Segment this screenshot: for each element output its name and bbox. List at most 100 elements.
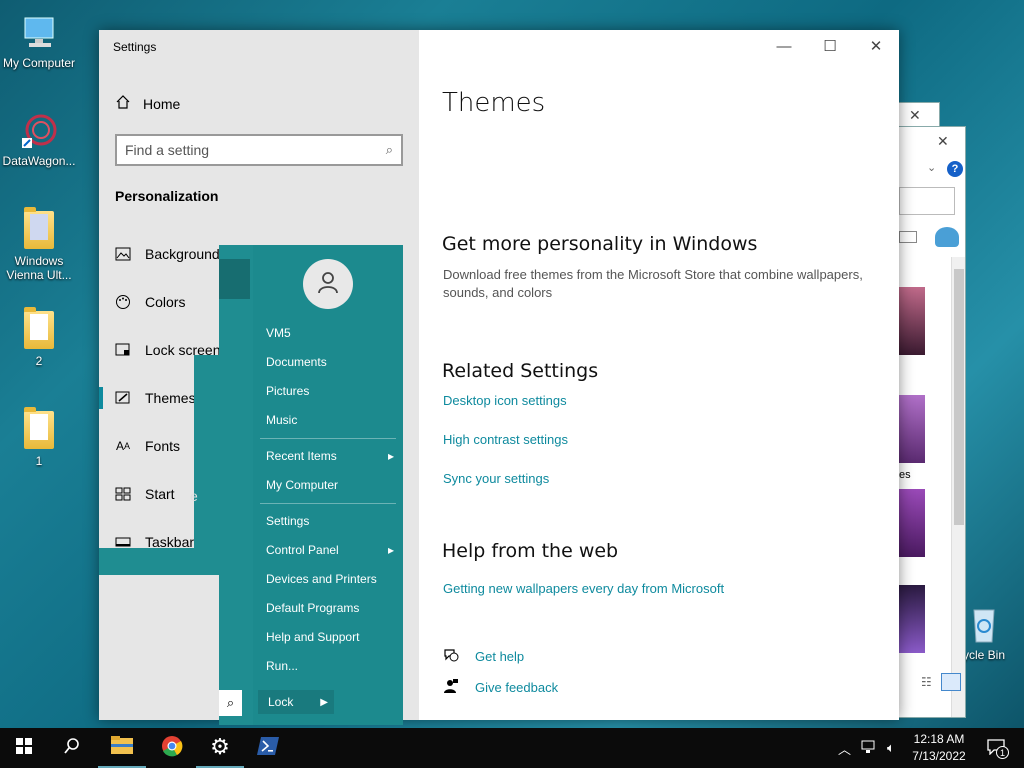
- volume-icon[interactable]: 🔈︎: [887, 740, 895, 756]
- view-icon[interactable]: [899, 231, 917, 243]
- user-avatar[interactable]: [303, 259, 353, 309]
- taskbar-search-button[interactable]: [48, 728, 96, 768]
- nav-home-label: Home: [143, 95, 181, 112]
- search-input[interactable]: [125, 142, 386, 158]
- give-feedback-link[interactable]: Give feedback: [443, 678, 558, 697]
- start-search-button[interactable]: ⌕: [219, 690, 242, 716]
- brush-icon: [115, 390, 131, 406]
- start-menu-text-fragment: e: [190, 488, 198, 504]
- chat-help-icon: [443, 647, 459, 666]
- powershell-icon: [257, 736, 279, 760]
- personality-heading: Get more personality in Windows: [442, 233, 758, 255]
- new-wallpapers-link[interactable]: Getting new wallpapers every day from Mi…: [443, 581, 724, 596]
- get-help-link[interactable]: Get help: [443, 647, 524, 666]
- folder-icon: [19, 307, 59, 352]
- thumbnail[interactable]: [899, 395, 925, 463]
- setting-search-box[interactable]: ⌕: [115, 134, 403, 166]
- action-center-button[interactable]: 1: [982, 728, 1010, 768]
- chevron-right-icon[interactable]: ▶: [320, 697, 328, 708]
- start-item-label: Run...: [266, 659, 299, 673]
- minimize-button[interactable]: —: [761, 30, 807, 62]
- start-item-run[interactable]: Run...: [266, 659, 394, 673]
- datawagon-icon: [19, 108, 59, 152]
- recycle-bin-icon: [964, 602, 1004, 646]
- start-item-documents[interactable]: Documents: [266, 355, 394, 369]
- user-icon: [315, 269, 341, 300]
- chevron-up-icon[interactable]: ︿: [838, 739, 851, 758]
- high-contrast-settings-link[interactable]: High contrast settings: [443, 432, 568, 447]
- desktop-icon-label: ycle Bin: [962, 648, 1006, 662]
- desktop-icon-datawagon[interactable]: DataWagon...: [0, 108, 79, 168]
- scrollbar-thumb[interactable]: [954, 269, 964, 525]
- details-view-icon[interactable]: ☷: [921, 675, 932, 689]
- sync-settings-link[interactable]: Sync your settings: [443, 471, 549, 486]
- start-item-devices-printers[interactable]: Devices and Printers: [266, 572, 394, 586]
- nav-home[interactable]: Home: [115, 94, 180, 113]
- close-button[interactable]: ✕: [853, 30, 899, 62]
- start-item-label: Devices and Printers: [266, 572, 377, 586]
- start-item-label: Music: [266, 413, 298, 427]
- start-item-user[interactable]: VM5: [266, 326, 394, 340]
- start-item-label: My Computer: [266, 478, 339, 492]
- chevron-right-icon: ▸: [387, 543, 394, 557]
- desktop-icon-settings-link[interactable]: Desktop icon settings: [443, 393, 567, 408]
- search-icon[interactable]: ⌕: [386, 142, 393, 158]
- maximize-button[interactable]: ☐: [807, 30, 853, 62]
- shell-icon: [935, 227, 959, 247]
- start-menu-tile[interactable]: [219, 259, 250, 299]
- search-icon: [63, 737, 81, 760]
- taskbar-clock[interactable]: 12:18 AM 7/13/2022: [908, 731, 970, 765]
- thumbnail[interactable]: [899, 287, 925, 355]
- start-item-music[interactable]: Music: [266, 413, 394, 427]
- tiles-view-icon[interactable]: [941, 673, 961, 691]
- clock-time: 12:18 AM: [913, 732, 965, 746]
- start-item-help-support[interactable]: Help and Support: [266, 630, 394, 644]
- related-settings-heading: Related Settings: [442, 360, 599, 382]
- clock-date: 7/13/2022: [912, 749, 966, 763]
- computer-icon: [19, 10, 59, 54]
- nav-item-label: Fonts: [145, 438, 181, 454]
- desktop-icon-folder-2[interactable]: 2: [0, 307, 79, 368]
- lock-screen-icon: [115, 342, 131, 358]
- desktop-icon-windows-vienna[interactable]: Windows Vienna Ult...: [0, 207, 79, 282]
- start-item-pictures[interactable]: Pictures: [266, 384, 394, 398]
- picture-icon: [115, 246, 131, 262]
- folder-icon: [19, 407, 59, 452]
- chevron-down-icon[interactable]: ⌄: [927, 161, 936, 174]
- gear-icon: ⚙: [210, 734, 230, 759]
- feedback-icon: [443, 678, 459, 697]
- start-item-label: Documents: [266, 355, 327, 369]
- start-button[interactable]: [0, 728, 48, 768]
- taskbar-chrome[interactable]: [148, 728, 196, 768]
- desktop-icon-my-computer[interactable]: My Computer: [0, 10, 79, 70]
- chevron-right-icon: ▸: [387, 449, 394, 463]
- lock-button[interactable]: Lock ▶: [258, 690, 334, 714]
- taskbar-file-explorer[interactable]: [98, 728, 146, 768]
- close-icon[interactable]: ✕: [909, 107, 921, 124]
- desktop-icon-folder-1[interactable]: 1: [0, 407, 79, 468]
- section-title: Personalization: [115, 188, 219, 204]
- palette-icon: [115, 294, 131, 310]
- start-item-label: Default Programs: [266, 601, 360, 615]
- notification-count-badge: 1: [996, 746, 1009, 759]
- start-item-label: Settings: [266, 514, 310, 528]
- network-icon[interactable]: [861, 740, 877, 757]
- thumbnail[interactable]: [899, 489, 925, 557]
- start-item-settings[interactable]: Settings: [266, 514, 394, 528]
- start-menu-left-panel: [219, 245, 254, 725]
- start-item-recent-items[interactable]: Recent Items ▸: [266, 449, 394, 463]
- start-item-control-panel[interactable]: Control Panel ▸: [266, 543, 394, 557]
- thumbnail[interactable]: [899, 585, 925, 653]
- start-item-my-computer[interactable]: My Computer: [266, 478, 394, 492]
- start-item-default-programs[interactable]: Default Programs: [266, 601, 394, 615]
- close-icon[interactable]: ✕: [937, 133, 949, 150]
- chrome-icon: [161, 735, 183, 762]
- scrollbar[interactable]: [951, 257, 965, 717]
- address-field[interactable]: [899, 187, 955, 215]
- help-icon[interactable]: ?: [947, 161, 963, 177]
- desktop-icon-label: Windows Vienna Ult...: [6, 254, 72, 282]
- taskbar-settings[interactable]: ⚙: [196, 728, 244, 768]
- fonts-icon: AA: [115, 439, 131, 453]
- settings-content: — ☐ ✕ Themes Get more personality in Win…: [419, 30, 899, 720]
- taskbar-powershell[interactable]: [244, 728, 292, 768]
